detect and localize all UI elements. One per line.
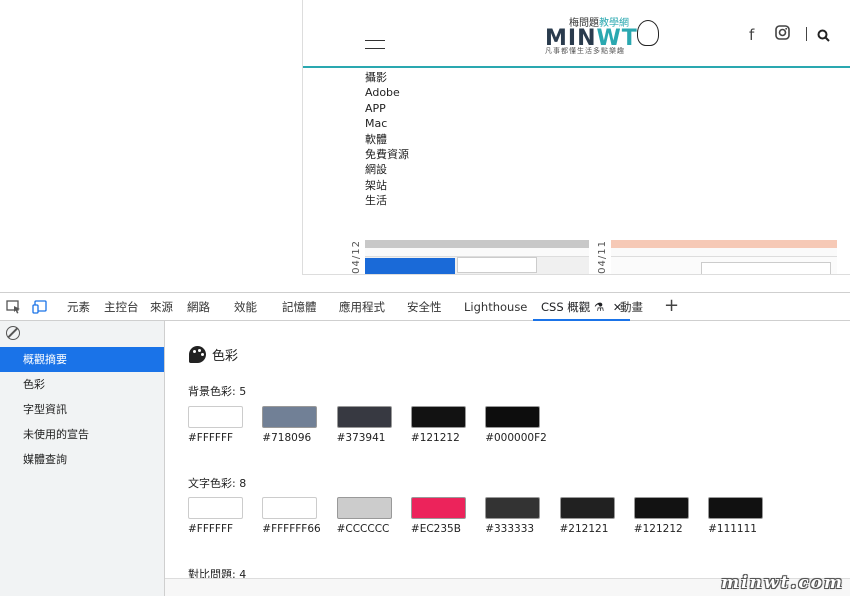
text-colors-label: 文字色彩: 8 [188, 475, 246, 491]
device-toolbar-icon[interactable] [32, 299, 48, 313]
color-swatch[interactable] [337, 406, 392, 428]
mascot-icon [637, 20, 659, 46]
tab-network[interactable]: 網路 [187, 293, 210, 321]
color-swatch-label: #373941 [337, 432, 386, 444]
background-colors-label: 背景色彩: 5 [188, 383, 246, 399]
nav-item[interactable]: 生活 [365, 193, 409, 208]
color-swatch-label: #212121 [560, 523, 609, 535]
color-swatch[interactable] [337, 497, 392, 519]
sidebar-item-media-queries[interactable]: 媒體查詢 [0, 447, 164, 472]
color-swatch[interactable] [560, 497, 615, 519]
color-swatch[interactable] [188, 497, 243, 519]
tab-memory[interactable]: 記憶體 [282, 293, 317, 321]
post-thumbnail[interactable] [611, 240, 837, 275]
hamburger-menu-icon[interactable] [365, 40, 385, 50]
color-swatch[interactable] [634, 497, 689, 519]
devtools-tabbar: 元素 主控台 來源 網路 效能 記憶體 應用程式 安全性 Lighthouse … [0, 293, 850, 321]
color-swatch[interactable] [485, 406, 540, 428]
color-swatch-label: #FFFFFF66 [262, 523, 320, 535]
logo-tagline: 凡事都懂生活多點樂趣 [545, 46, 625, 56]
tab-css-overview-label: CSS 概觀 [541, 300, 590, 314]
facebook-icon[interactable]: f [749, 26, 754, 44]
css-overview-content: 色彩 背景色彩: 5 #FFFFFF #718096 #373941 #121212 #… [165, 321, 850, 578]
tab-elements[interactable]: 元素 [67, 293, 90, 321]
color-swatch-label: #000000F2 [485, 432, 547, 444]
color-swatch-label: #121212 [411, 432, 460, 444]
sidebar-item-colors[interactable]: 色彩 [0, 372, 164, 397]
tab-application[interactable]: 應用程式 [339, 293, 385, 321]
sidebar-item-overview-summary[interactable]: 概觀摘要 [0, 347, 164, 372]
color-swatch-label: #CCCCCC [337, 523, 390, 535]
color-swatch[interactable] [708, 497, 763, 519]
color-swatch-label: #718096 [262, 432, 311, 444]
website-page: 梅問題教學網 MINWT 凡事都懂生活多點樂趣 f 攝影 Adobe APP M… [302, 0, 850, 275]
color-swatch[interactable] [188, 406, 243, 428]
colors-section-title-text: 色彩 [212, 349, 238, 364]
nav-item[interactable]: 軟體 [365, 132, 409, 147]
site-header: 梅問題教學網 MINWT 凡事都懂生活多點樂趣 f [303, 0, 850, 68]
tab-animations[interactable]: 動畫 [620, 293, 643, 321]
tab-performance[interactable]: 效能 [234, 293, 257, 321]
sidebar-item-unused-declarations[interactable]: 未使用的宣告 [0, 422, 164, 447]
post-thumbnail[interactable] [365, 240, 589, 275]
search-icon[interactable] [817, 28, 830, 46]
watermark: minwt.com [721, 573, 844, 593]
color-swatch-label: #333333 [485, 523, 534, 535]
color-swatch-label: #FFFFFF [188, 523, 233, 535]
nav-item[interactable]: 架站 [365, 178, 409, 193]
header-divider [806, 27, 807, 41]
nav-item[interactable]: 網設 [365, 162, 409, 177]
tab-sources[interactable]: 來源 [150, 293, 173, 321]
css-overview-sidebar: 概觀摘要 色彩 字型資訊 未使用的宣告 媒體查詢 [0, 321, 165, 596]
color-swatch-label: #EC235B [411, 523, 461, 535]
inspect-element-icon[interactable] [6, 299, 22, 313]
add-tab-icon[interactable]: + [664, 293, 679, 321]
tab-console[interactable]: 主控台 [104, 293, 139, 321]
color-swatch-label: #121212 [634, 523, 683, 535]
colors-section-title: 色彩 [189, 345, 238, 364]
color-swatch-label: #FFFFFF [188, 432, 233, 444]
color-swatch[interactable] [485, 497, 540, 519]
tab-security[interactable]: 安全性 [407, 293, 442, 321]
color-swatch[interactable] [262, 497, 317, 519]
devtools-panel: 元素 主控台 來源 網路 效能 記憶體 應用程式 安全性 Lighthouse … [0, 292, 850, 595]
palette-icon [189, 346, 206, 363]
sidebar-item-font-info[interactable]: 字型資訊 [0, 397, 164, 422]
instagram-icon[interactable] [775, 25, 790, 44]
nav-item[interactable]: APP [365, 101, 409, 116]
post-date: /04/11 [597, 240, 608, 275]
nav-item[interactable]: 免費資源 [365, 147, 409, 162]
nav-item[interactable]: 攝影 [365, 70, 409, 85]
color-swatch[interactable] [411, 497, 466, 519]
experiment-flask-icon: ⚗ [594, 300, 604, 314]
site-nav: 攝影 Adobe APP Mac 軟體 免費資源 網設 架站 生活 [365, 70, 409, 209]
post-date: /04/12 [351, 240, 362, 275]
clear-overview-icon[interactable] [6, 326, 20, 340]
tab-css-overview[interactable]: CSS 概觀 ⚗ ✕ [533, 293, 630, 321]
color-swatch-label: #111111 [708, 523, 757, 535]
nav-item[interactable]: Mac [365, 116, 409, 131]
color-swatch[interactable] [411, 406, 466, 428]
color-swatch[interactable] [262, 406, 317, 428]
browser-viewport: 梅問題教學網 MINWT 凡事都懂生活多點樂趣 f 攝影 Adobe APP M… [0, 0, 850, 292]
site-logo[interactable]: 梅問題教學網 MINWT 凡事都懂生活多點樂趣 [545, 14, 665, 54]
nav-item[interactable]: Adobe [365, 85, 409, 100]
tab-lighthouse[interactable]: Lighthouse [464, 293, 527, 321]
